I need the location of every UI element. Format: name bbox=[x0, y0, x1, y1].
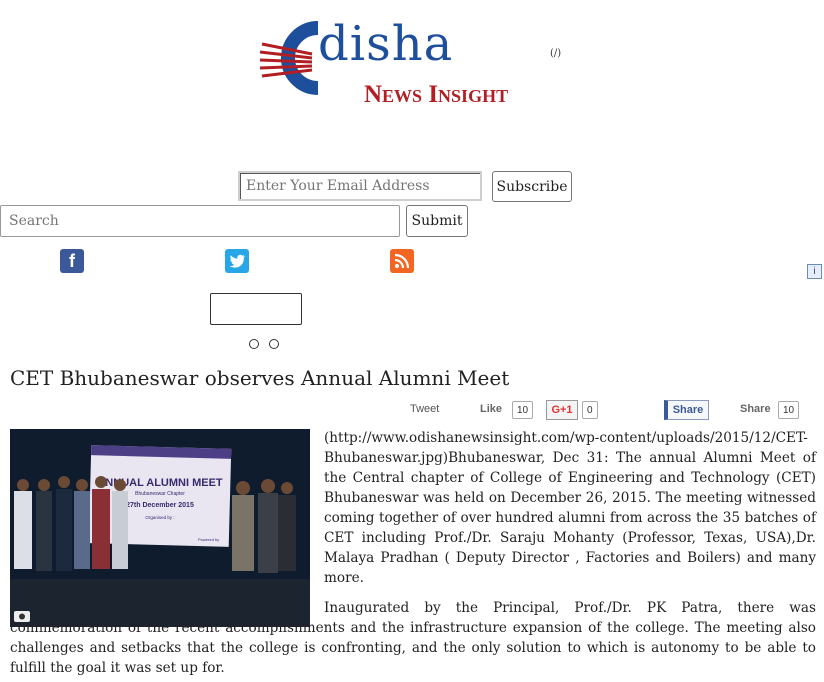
banner-date: 27th December 2015 bbox=[126, 502, 194, 509]
like-button[interactable]: Like bbox=[480, 403, 502, 415]
article-paragraph: (http://www.odishanewsinsight.com/wp-con… bbox=[324, 430, 816, 586]
share-count: 10 bbox=[778, 401, 800, 419]
gplus-button[interactable]: G+1 bbox=[546, 400, 578, 420]
subscribe-button[interactable]: Subscribe bbox=[492, 171, 572, 202]
rss-icon[interactable] bbox=[390, 249, 414, 273]
like-count: 10 bbox=[512, 401, 534, 419]
article-paragraph: Inaugurated by the Principal, Prof./Dr. … bbox=[10, 600, 816, 676]
slider-dot[interactable] bbox=[249, 339, 259, 349]
twitter-icon[interactable] bbox=[225, 249, 249, 273]
article-body-continued: Inaugurated by the Principal, Prof./Dr. … bbox=[10, 598, 816, 678]
share-button[interactable]: Share bbox=[740, 403, 771, 415]
banner-organised: Organised by : bbox=[145, 515, 174, 520]
logo-link-mark[interactable]: (/) bbox=[550, 48, 561, 59]
banner-chapter: Bhubaneswar Chapter bbox=[135, 491, 185, 497]
logo-subtitle: News Insight bbox=[364, 81, 509, 108]
gplus-count: 0 bbox=[582, 401, 598, 419]
facebook-share-button[interactable]: Share bbox=[664, 400, 709, 420]
slider-frame bbox=[210, 293, 302, 325]
tweet-button[interactable]: Tweet bbox=[410, 403, 439, 415]
site-logo[interactable]: disha (/) News Insight bbox=[258, 8, 578, 108]
search-input[interactable] bbox=[0, 205, 400, 237]
search-submit-button[interactable]: Submit bbox=[406, 205, 468, 237]
info-icon[interactable]: i bbox=[807, 264, 822, 279]
logo-wordmark: disha bbox=[318, 16, 454, 72]
slider-dot[interactable] bbox=[269, 339, 279, 349]
facebook-icon[interactable]: f bbox=[60, 249, 84, 273]
banner-powered: Powered by bbox=[198, 537, 219, 542]
email-field[interactable] bbox=[238, 171, 482, 201]
article-title[interactable]: CET Bhubaneswar observes Annual Alumni M… bbox=[10, 366, 509, 390]
article-body: (http://www.odishanewsinsight.com/wp-con… bbox=[324, 428, 816, 598]
